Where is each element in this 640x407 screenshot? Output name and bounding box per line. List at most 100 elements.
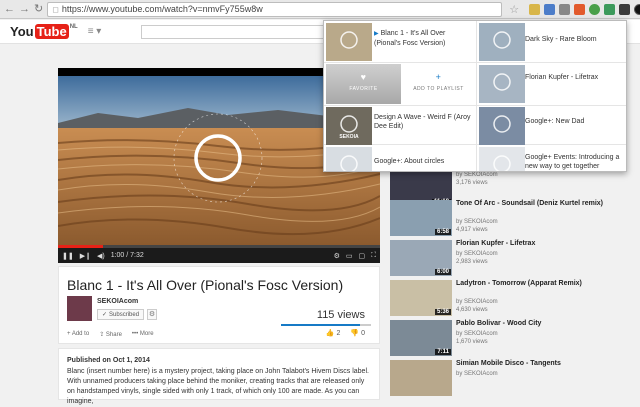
sekoia-ring-icon — [493, 155, 511, 171]
view-count: 115 views — [316, 309, 365, 321]
related-video-thumbnail[interactable]: 6:58 — [390, 200, 452, 236]
popup-item-label: Florian Kupfer - Lifetrax — [525, 74, 599, 81]
popup-item[interactable]: Google+: New Dad — [525, 117, 623, 126]
extension-icon[interactable] — [619, 3, 631, 15]
add-to-playlist-label: ADD TO PLAYLIST — [413, 86, 464, 92]
channel-name[interactable]: SEKOIAcom — [97, 298, 138, 305]
related-video-thumbnail[interactable]: 5:36 — [390, 280, 452, 316]
related-video-views: 2,983 views — [456, 259, 488, 265]
related-video-thumbnail[interactable]: 7:11 — [390, 320, 452, 356]
pause-icon[interactable]: ❚❚ — [62, 252, 74, 260]
more-button[interactable]: ••• More — [132, 331, 154, 338]
extension-icon[interactable] — [544, 3, 556, 15]
popup-item-thumbnail[interactable] — [479, 65, 525, 103]
sekoia-thumb-text: SEKOIA — [339, 134, 359, 140]
related-video-item[interactable]: 6:58 Tone Of Arc - Soundsail (Deniz Kurte… — [390, 200, 635, 236]
related-video-channel[interactable]: by SEKOIAcom — [456, 218, 498, 226]
related-video-channel[interactable]: by SEKOIAcom — [456, 250, 498, 258]
subscribed-button[interactable]: ✓ Subscribed — [97, 309, 145, 320]
related-video-title[interactable]: Ladytron - Tomorrow (Apparat Remix) — [456, 280, 621, 288]
extension-icons — [529, 3, 640, 15]
related-video-channel[interactable]: by SEKOIAcom — [456, 370, 498, 378]
guide-menu-icon[interactable]: ≡ ▾ — [88, 26, 102, 37]
related-video-title[interactable]: Florian Kupfer - Lifetrax — [456, 240, 621, 248]
bookmark-star-icon[interactable]: ☆ — [509, 3, 519, 16]
youtube-logo[interactable]: You Tube NL — [10, 24, 78, 39]
volume-icon[interactable]: ◀) — [97, 252, 105, 260]
popup-item-thumbnail[interactable] — [479, 147, 525, 171]
forward-arrow-icon[interactable]: → — [19, 3, 30, 15]
dislike-count: 0 — [361, 330, 365, 337]
dislike-button[interactable]: 👎 0 — [350, 329, 365, 337]
description-card: Published on Oct 1, 2014 Blanc (insert n… — [58, 348, 380, 405]
sekoia-ring-icon — [493, 115, 511, 133]
address-bar[interactable]: ◻ https://www.youtube.com/watch?v=nmvFy7… — [47, 1, 503, 17]
popup-item-thumbnail[interactable] — [479, 23, 525, 61]
related-video-channel[interactable]: by SEKOIAcom — [456, 330, 498, 338]
video-duration-badge: 7:11 — [435, 349, 451, 355]
popup-item[interactable]: Google+ Events: Introducing a new way to… — [525, 153, 623, 171]
popup-item-thumbnail[interactable] — [326, 23, 372, 61]
sekoia-extension-icon[interactable] — [634, 3, 640, 15]
related-video-title[interactable]: Pablo Bolivar - Wood City — [456, 320, 621, 328]
likes-row: 👍 2 👎 0 — [326, 329, 365, 337]
share-button[interactable]: ⇪ Share — [99, 331, 122, 338]
related-video-channel[interactable]: by SEKOIAcom — [456, 171, 498, 179]
theater-mode-icon[interactable]: ▭ — [346, 252, 353, 260]
video-title: Blanc 1 - It's All Over (Pional's Fosc V… — [67, 277, 344, 293]
back-arrow-icon[interactable]: ← — [4, 3, 15, 15]
add-to-button[interactable]: + Add to — [67, 331, 89, 338]
related-video-views: 4,630 views — [456, 307, 488, 313]
cast-icon[interactable]: ▢ — [358, 252, 365, 260]
popup-item-thumbnail[interactable]: SEKOIA — [326, 107, 372, 145]
favorite-button[interactable]: ♥ FAVORITE — [326, 64, 401, 104]
sekoia-ring-icon — [493, 31, 511, 49]
popup-item-label: Google+: About circles — [374, 158, 445, 165]
popup-item-thumbnail[interactable] — [326, 147, 372, 171]
subscription-settings-gear-icon[interactable]: ⚙ — [147, 309, 157, 320]
sekoia-ring-icon — [340, 155, 358, 171]
extension-icon[interactable] — [574, 3, 586, 15]
related-video-title[interactable]: Tone Of Arc - Soundsail (Deniz Kurtel re… — [456, 200, 621, 208]
video-actions: + Add to ⇪ Share ••• More — [67, 331, 154, 338]
related-video-thumbnail[interactable] — [390, 360, 452, 396]
extension-icon[interactable] — [529, 3, 541, 15]
popup-item[interactable]: Google+: About circles — [374, 157, 472, 166]
sentiment-bar — [281, 324, 371, 326]
channel-avatar[interactable] — [67, 296, 92, 321]
video-duration-badge: 6:00 — [434, 269, 451, 275]
now-playing-icon: ▶ — [374, 31, 379, 37]
logo-country-code: NL — [69, 24, 78, 30]
search-input[interactable] — [141, 24, 347, 39]
fullscreen-icon[interactable]: ⛶ — [371, 252, 376, 260]
checkmark-icon: ✓ — [102, 312, 108, 318]
related-video-item[interactable]: 7:11 Pablo Bolivar - Wood City by SEKOIAco… — [390, 320, 635, 356]
related-video-thumbnail[interactable]: 6:00 — [390, 240, 452, 276]
popup-item[interactable]: Dark Sky - Rare Bloom — [525, 35, 623, 44]
extension-icon[interactable] — [604, 3, 616, 15]
related-video-item[interactable]: Simian Mobile Disco - Tangents by SEKOIAc… — [390, 360, 635, 396]
like-button[interactable]: 👍 2 — [326, 329, 341, 337]
extension-icon[interactable] — [559, 3, 571, 15]
share-label: Share — [105, 332, 122, 338]
related-video-views: 4,917 views — [456, 227, 488, 233]
popup-item[interactable]: Design A Wave - Weird F (Aroy Dee Edit) — [374, 113, 472, 131]
popup-item[interactable]: Florian Kupfer - Lifetrax — [525, 73, 623, 82]
add-to-playlist-button[interactable]: + ADD TO PLAYLIST — [401, 64, 476, 104]
logo-you-text: You — [10, 24, 34, 39]
popup-item[interactable]: ▶ Blanc 1 - It's All Over (Pional's Fosc … — [374, 29, 472, 48]
related-video-title[interactable]: Simian Mobile Disco - Tangents — [456, 360, 621, 368]
related-video-item[interactable]: 5:36 Ladytron - Tomorrow (Apparat Remix) b… — [390, 280, 635, 316]
video-duration-badge: 5:36 — [434, 309, 451, 315]
settings-icon[interactable]: ⚙ — [334, 252, 340, 260]
extension-icon[interactable] — [589, 3, 601, 15]
popup-item-thumbnail[interactable] — [479, 107, 525, 145]
related-video-channel[interactable]: by SEKOIAcom — [456, 298, 498, 306]
page-icon: ◻ — [52, 4, 59, 14]
related-video-views: 3,176 views — [456, 180, 488, 186]
video-info-card: Blanc 1 - It's All Over (Pional's Fosc V… — [58, 266, 380, 344]
reload-icon[interactable]: ↻ — [34, 3, 43, 15]
next-icon[interactable]: ▶❙ — [80, 252, 91, 260]
related-video-item[interactable]: 6:00 Florian Kupfer - Lifetrax by SEKOIAco… — [390, 240, 635, 276]
video-time: 1:00 / 7:32 — [110, 252, 144, 259]
